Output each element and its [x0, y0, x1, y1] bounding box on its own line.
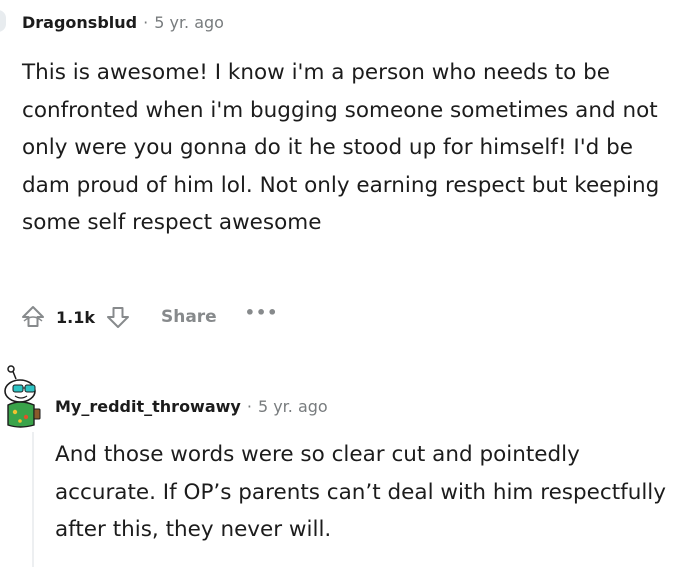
avatar[interactable] — [0, 10, 6, 32]
upvote-icon[interactable] — [20, 305, 46, 329]
snoo-avatar[interactable] — [0, 365, 46, 435]
comment-header: Dragonsblud · 5 yr. ago — [22, 10, 224, 34]
comment-username[interactable]: Dragonsblud — [22, 13, 137, 32]
comment-actions: 1.1k Share ••• — [20, 300, 278, 334]
thread-line[interactable] — [32, 432, 34, 567]
comment-header: My_reddit_throwawy · 5 yr. ago — [55, 394, 328, 418]
more-options-icon[interactable]: ••• — [245, 305, 279, 321]
meta-separator: · — [246, 396, 252, 416]
downvote-icon[interactable] — [105, 305, 131, 329]
vote-count: 1.1k — [56, 307, 95, 327]
meta-separator: · — [143, 12, 149, 32]
share-button[interactable]: Share — [161, 307, 217, 327]
comment-timestamp[interactable]: 5 yr. ago — [258, 397, 328, 416]
comment-username[interactable]: My_reddit_throwawy — [55, 397, 241, 416]
comment-body: And those words were so clear cut and po… — [55, 442, 666, 543]
comment-body: This is awesome! I know i'm a person who… — [22, 60, 660, 236]
comment-timestamp[interactable]: 5 yr. ago — [154, 13, 224, 32]
